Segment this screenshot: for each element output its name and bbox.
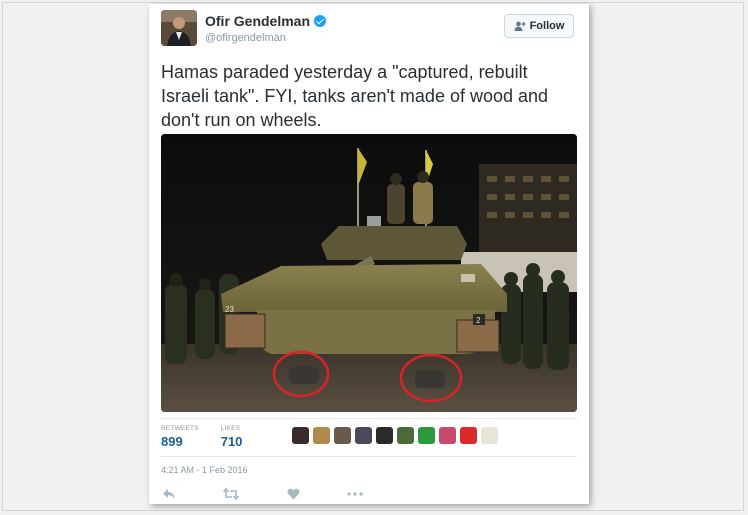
likes-count: 710 [220,434,243,449]
retweets-stat[interactable]: RETWEETS 899 [161,425,199,449]
tweet-text: Hamas paraded yesterday a "captured, reb… [161,60,581,132]
liker-avatar[interactable] [460,427,477,444]
engagement-stats: RETWEETS 899 LIKES 710 [161,425,264,449]
liker-avatar[interactable] [397,427,414,444]
tweet-text-line: Israeli tank". FYI, tanks aren't made of… [161,86,549,106]
tweet-photo[interactable]: 23 2 [161,134,577,412]
liker-avatar[interactable] [439,427,456,444]
author-handle[interactable]: @ofirgendelman [205,32,286,44]
verified-badge-icon [314,15,327,27]
retweet-icon [223,488,239,500]
tank-number-left: 23 [225,305,234,314]
likes-stat[interactable]: LIKES 710 [221,425,243,449]
retweets-label: RETWEETS [161,425,199,432]
more-button[interactable] [347,487,363,501]
follow-button[interactable]: Follow [504,14,574,38]
liker-avatar[interactable] [292,427,309,444]
liker-avatars [292,427,502,444]
follow-label: Follow [529,20,565,32]
tweet-text-line: Hamas paraded yesterday a "captured, reb… [161,62,528,82]
author-name[interactable]: Ofir Gendelman [205,13,310,29]
author-avatar[interactable] [161,10,197,46]
liker-avatar[interactable] [313,427,330,444]
liker-avatar[interactable] [355,427,372,444]
divider [161,418,577,419]
liker-avatar[interactable] [481,427,498,444]
add-user-icon [514,21,526,31]
reply-icon [163,489,175,499]
likes-label: LIKES [220,425,241,432]
tweet-timestamp[interactable]: 4:21 AM - 1 Feb 2016 [161,465,248,475]
retweets-count: 899 [161,434,183,449]
more-icon [347,492,363,496]
like-button[interactable] [285,487,301,501]
divider [161,456,577,457]
tank-number-right: 2 [476,316,481,325]
tank-photo: 23 2 [161,134,577,412]
like-icon [286,488,300,500]
tweet-card: Ofir Gendelman @ofirgendelman Follow Ham… [149,4,589,504]
tweet-text-line: don't run on wheels. [161,110,322,130]
liker-avatar[interactable] [376,427,393,444]
author-name-row: Ofir Gendelman [205,13,327,29]
reply-button[interactable] [161,487,177,501]
liker-avatar[interactable] [418,427,435,444]
liker-avatar[interactable] [334,427,351,444]
retweet-button[interactable] [223,487,239,501]
tweet-actions [161,487,409,501]
